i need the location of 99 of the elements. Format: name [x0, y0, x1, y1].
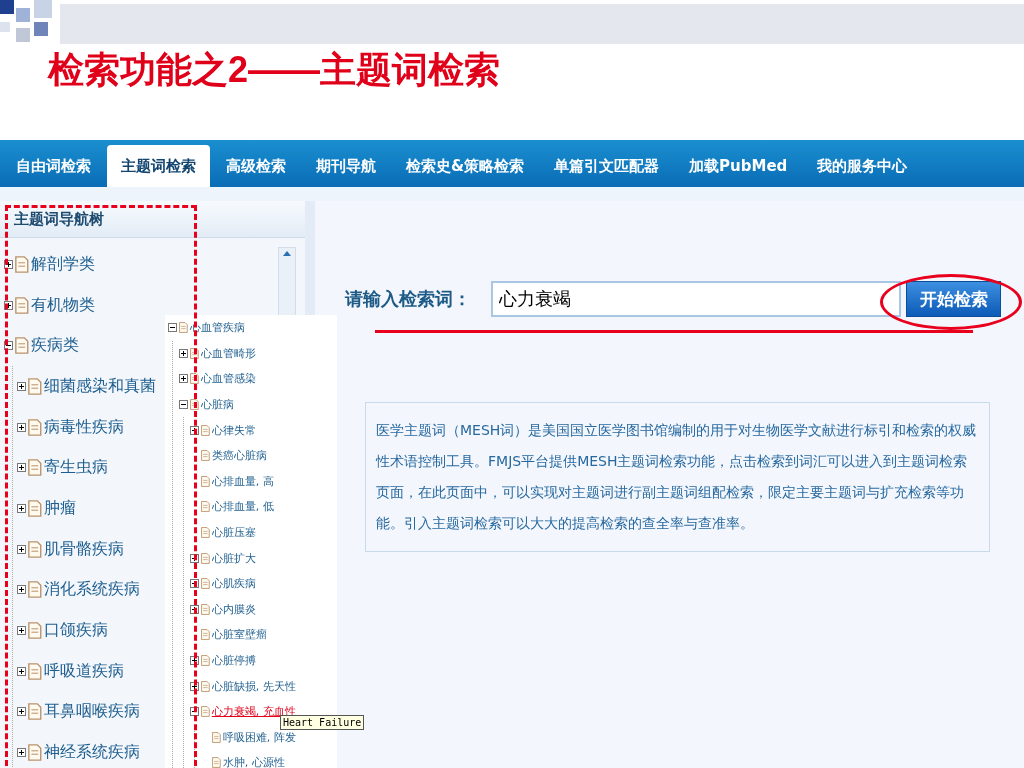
document-icon — [15, 337, 29, 355]
document-icon — [28, 418, 42, 436]
nav-tab[interactable]: 加载PubMed — [675, 145, 802, 187]
document-icon — [201, 450, 210, 462]
tree-item[interactable]: 解剖学类 — [30, 253, 95, 275]
tree-item[interactable]: 心肌疾病 — [211, 576, 256, 592]
document-icon — [201, 552, 210, 564]
document-icon — [190, 347, 199, 359]
nav-tab[interactable]: 检索史&策略检索 — [392, 145, 539, 187]
document-icon — [201, 475, 210, 487]
scroll-up-icon[interactable] — [282, 250, 292, 257]
document-icon — [201, 578, 210, 590]
tooltip: Heart Failure — [280, 715, 365, 730]
document-icon — [28, 377, 42, 395]
expand-icon[interactable] — [190, 425, 199, 435]
expand-icon[interactable] — [179, 374, 188, 384]
expand-icon[interactable] — [17, 748, 26, 758]
tree-item[interactable]: 呼吸道疾病 — [43, 660, 124, 682]
info-text: 医学主题词（MESH词）是美国国立医学图书馆编制的用于对生物医学文献进行标引和检索的权威性术语控制工具。FMJS平台提供MESH主题词检索功能，点击检索到词汇可以进入到主题词检索页面，在此页面中，可以实现对主题词进行副主题词组配检索，限定主要主题词与扩充检索等功能。引入主题词检索可以大大的提高检索的查全率与查准率。 — [365, 402, 990, 552]
expand-icon[interactable] — [17, 463, 26, 473]
tree-item[interactable]: 心排血量, 低 — [211, 499, 274, 515]
tree-item[interactable]: 口颌疾病 — [43, 620, 108, 642]
tree-item[interactable]: 病毒性疾病 — [43, 416, 124, 438]
tree-item[interactable]: 心律失常 — [211, 422, 256, 438]
expand-icon[interactable] — [190, 604, 199, 614]
document-icon — [212, 731, 221, 743]
expand-icon[interactable] — [17, 381, 26, 391]
document-icon — [201, 629, 210, 641]
document-icon — [28, 581, 42, 599]
nav-tab[interactable]: 自由词检索 — [2, 145, 105, 187]
panel-title: 主题词导航树 — [0, 201, 305, 238]
tree-item[interactable]: 呼吸困难, 阵发 — [222, 729, 296, 745]
tree-item[interactable]: 心脏缺损, 先天性 — [211, 678, 296, 694]
document-icon — [28, 459, 42, 477]
nav-tab[interactable]: 高级检索 — [212, 145, 300, 187]
search-field[interactable]: 心力衰竭 — [491, 281, 901, 317]
nav-tab[interactable]: 我的服务中心 — [803, 145, 922, 187]
expand-icon[interactable] — [4, 259, 13, 269]
expand-icon[interactable] — [190, 681, 199, 691]
document-icon — [212, 757, 221, 768]
expand-icon[interactable] — [4, 300, 13, 310]
document-icon — [28, 540, 42, 558]
tree-item[interactable]: 肿瘤 — [43, 497, 76, 519]
tree-item[interactable]: 心血管感染 — [200, 371, 256, 387]
document-icon — [28, 622, 42, 640]
expand-icon[interactable] — [17, 585, 26, 595]
tree-item[interactable]: 类癌心脏病 — [211, 448, 267, 464]
document-icon — [190, 373, 199, 385]
tree-item[interactable]: 细菌感染和真菌 — [43, 375, 156, 397]
document-icon — [28, 662, 42, 680]
collapse-icon[interactable] — [190, 707, 199, 717]
search-label: 请输入检索词： — [345, 287, 472, 311]
expand-icon[interactable] — [190, 553, 199, 563]
tree-item[interactable]: 心脏压塞 — [211, 525, 256, 541]
document-icon — [28, 744, 42, 762]
expand-icon[interactable] — [17, 666, 26, 676]
tree-item[interactable]: 心脏室壁瘤 — [211, 627, 267, 643]
nav-tab[interactable]: 期刊导航 — [302, 145, 390, 187]
tree-item[interactable]: 心脏扩大 — [211, 550, 256, 566]
tree-item[interactable]: 心内膜炎 — [211, 601, 256, 617]
search-button[interactable]: 开始检索 — [906, 281, 1001, 317]
document-icon — [179, 322, 188, 334]
expand-icon[interactable] — [17, 422, 26, 432]
collapse-icon[interactable] — [179, 400, 188, 410]
expand-icon[interactable] — [190, 656, 199, 665]
expand-icon[interactable] — [17, 503, 26, 513]
tree-item[interactable]: 水肿, 心源性 — [222, 755, 285, 768]
document-icon — [201, 424, 210, 436]
slide-title: 检索功能之2——主题词检索 — [48, 48, 501, 92]
document-icon — [190, 399, 199, 411]
tree-item[interactable]: 心脏停搏 — [211, 653, 256, 668]
tree-item[interactable]: 肌骨骼疾病 — [43, 538, 124, 560]
nav-tab[interactable]: 主题词检索 — [107, 145, 210, 187]
tree-item[interactable]: 耳鼻咽喉疾病 — [43, 701, 140, 723]
document-icon — [28, 499, 42, 517]
nav-tab[interactable]: 单篇引文匹配器 — [540, 145, 674, 187]
document-icon — [15, 255, 29, 273]
document-icon — [201, 527, 210, 539]
tree-item[interactable]: 有机物类 — [30, 294, 95, 316]
collapse-icon[interactable] — [4, 341, 13, 351]
document-icon — [201, 706, 210, 718]
expand-icon[interactable] — [17, 626, 26, 636]
document-icon — [28, 703, 42, 721]
tree-item[interactable]: 心排血量, 高 — [211, 473, 274, 489]
tree-item[interactable]: 心血管畸形 — [200, 345, 256, 361]
document-icon — [201, 501, 210, 513]
expand-icon[interactable] — [179, 348, 188, 358]
document-icon — [201, 655, 210, 666]
tree-item[interactable]: 心脏病 — [200, 397, 234, 413]
expand-icon[interactable] — [17, 707, 26, 717]
document-icon — [201, 603, 210, 615]
document-icon — [15, 296, 29, 314]
tree-item[interactable]: 神经系统疾病 — [43, 742, 140, 764]
expand-icon[interactable] — [17, 544, 26, 554]
collapse-icon[interactable] — [168, 323, 177, 333]
tree-item[interactable]: 疾病类 — [30, 335, 79, 357]
tree-item[interactable]: 消化系统疾病 — [43, 579, 140, 601]
tree-item[interactable]: 寄生虫病 — [43, 457, 108, 479]
document-icon — [201, 680, 210, 692]
